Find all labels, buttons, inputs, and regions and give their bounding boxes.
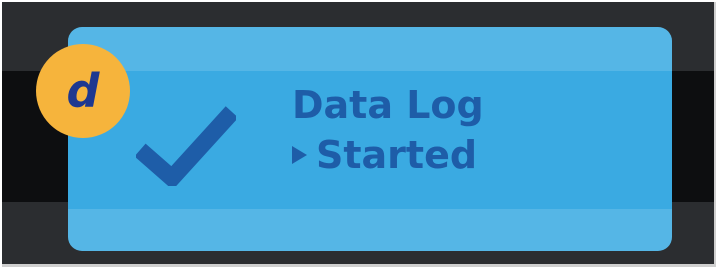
panel-label-badge: d [36,44,130,138]
card-highlight-top [68,27,672,71]
panel-frame: Data Log Started [2,2,716,267]
badge-letter: d [66,64,100,118]
status-state-line: Started [292,130,477,180]
status-state: Started [316,133,478,177]
card-highlight-bottom [68,209,672,251]
play-triangle-icon [292,146,307,164]
checkmark-icon [136,106,236,186]
status-title: Data Log [292,83,484,127]
